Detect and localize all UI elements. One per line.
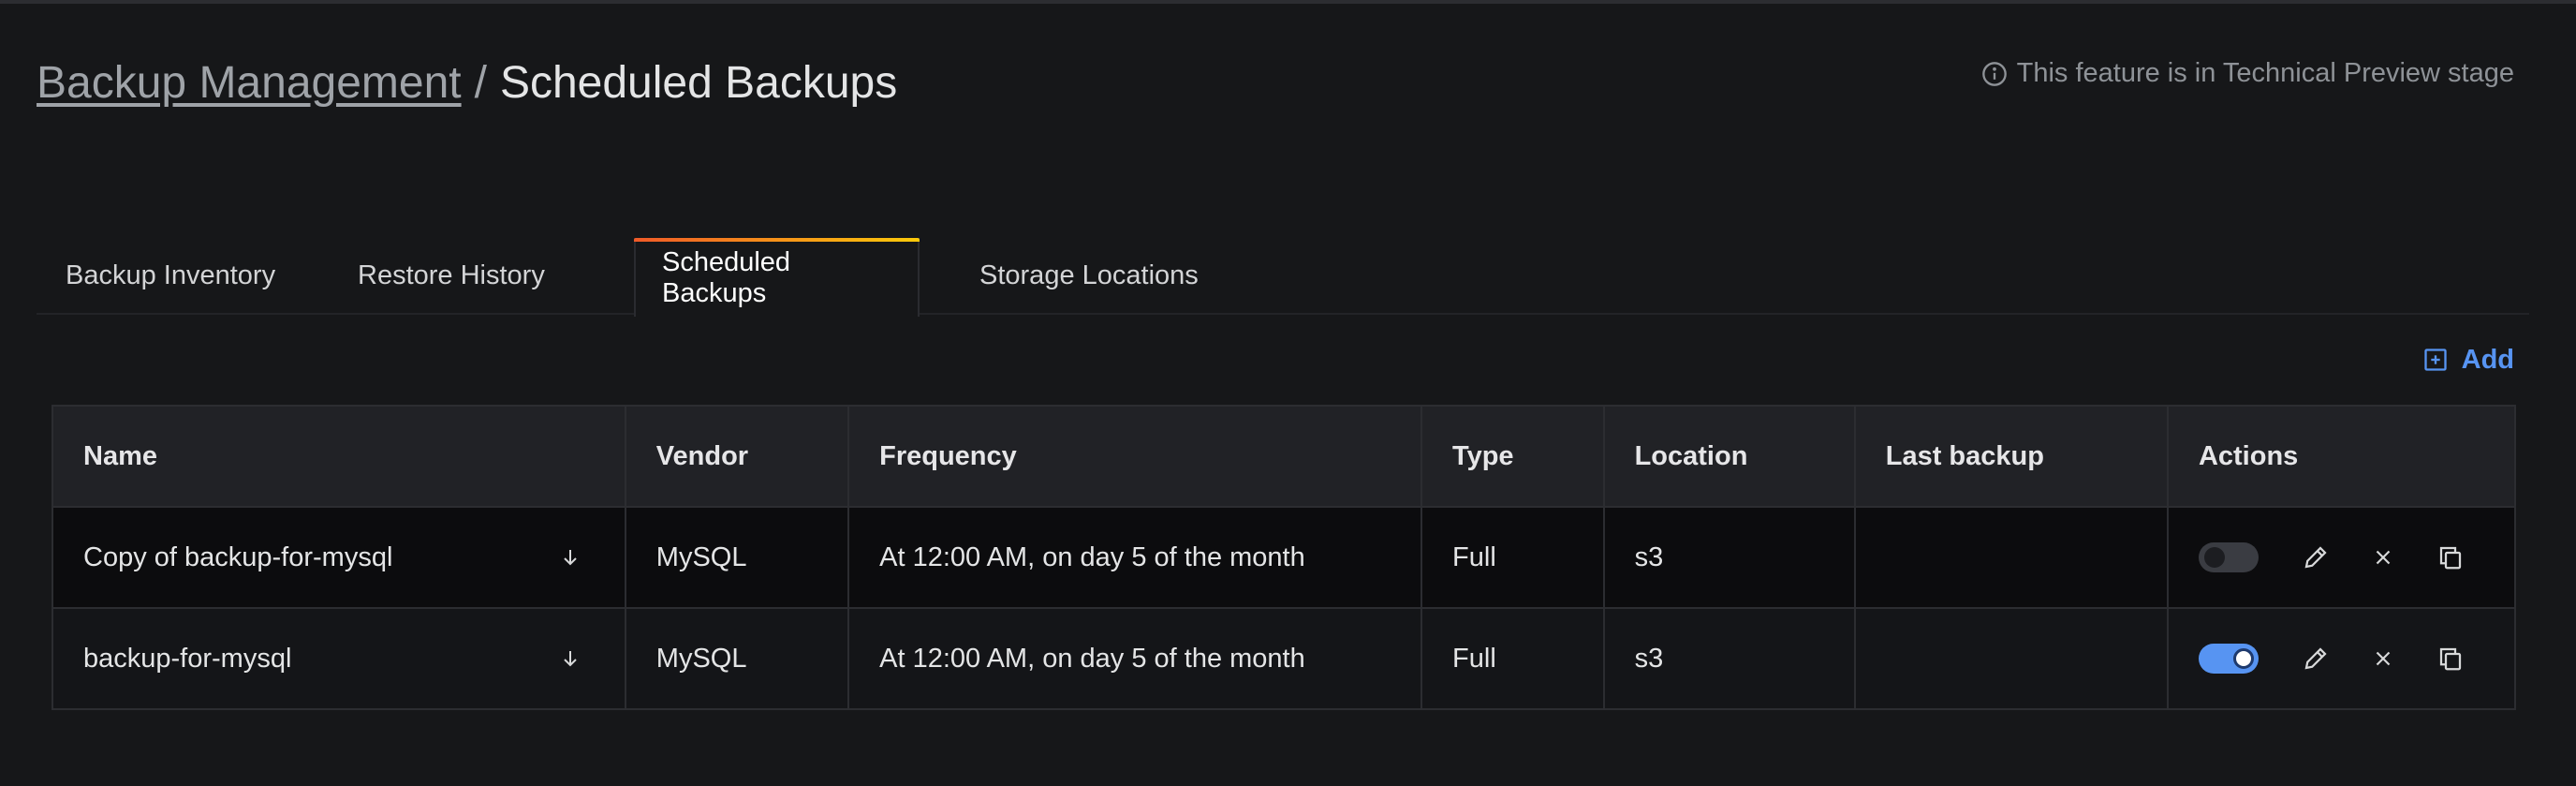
column-header-type: Type [1420, 405, 1605, 508]
top-border [0, 0, 2576, 4]
column-header-last-backup: Last backup [1853, 405, 2169, 508]
location-cell: s3 [1602, 607, 1856, 710]
arrow-down-icon[interactable] [559, 647, 581, 670]
pencil-icon[interactable] [2301, 644, 2331, 674]
type-cell: Full [1420, 607, 1605, 710]
tab-scheduled-backups[interactable]: Scheduled Backups [634, 238, 920, 317]
tab-restore-history[interactable]: Restore History [318, 236, 634, 315]
info-icon [1981, 61, 2007, 86]
add-button[interactable]: Add [2422, 341, 2514, 378]
add-square-icon [2423, 349, 2447, 371]
actions-cell [2166, 506, 2517, 609]
tab-backup-inventory[interactable]: Backup Inventory [37, 236, 318, 315]
column-header-vendor: Vendor [624, 405, 850, 508]
close-icon[interactable] [2368, 644, 2398, 674]
vendor-cell: MySQL [624, 506, 850, 609]
table-row: backup-for-mysql MySQL At 12:00 AM, on d… [52, 607, 2517, 710]
vendor-cell: MySQL [624, 607, 850, 710]
table-header-row: Name Vendor Frequency Type Location Last… [52, 405, 2517, 508]
table-row: Copy of backup-for-mysql MySQL At 12:00 … [52, 506, 2517, 609]
technical-preview-notice: This feature is in Technical Preview sta… [1981, 58, 2514, 89]
name-cell: backup-for-mysql [52, 607, 626, 710]
backup-name: Copy of backup-for-mysql [83, 541, 393, 572]
breadcrumb-separator: / [474, 57, 487, 108]
copy-icon[interactable] [2436, 542, 2466, 572]
actions-cell [2166, 607, 2517, 710]
pencil-icon[interactable] [2301, 542, 2331, 572]
backup-name: backup-for-mysql [83, 643, 292, 674]
type-cell: Full [1420, 506, 1605, 609]
enable-toggle[interactable] [2198, 542, 2259, 572]
last-backup-cell [1853, 607, 2169, 710]
column-header-location: Location [1602, 405, 1856, 508]
close-icon[interactable] [2368, 542, 2398, 572]
last-backup-cell [1853, 506, 2169, 609]
tab-storage-locations[interactable]: Storage Locations [920, 236, 1229, 315]
enable-toggle[interactable] [2198, 644, 2259, 674]
column-header-name: Name [52, 405, 626, 508]
frequency-cell: At 12:00 AM, on day 5 of the month [847, 607, 1423, 710]
breadcrumb: Backup Management / Scheduled Backups [37, 52, 897, 112]
scheduled-backups-table: Name Vendor Frequency Type Location Last… [52, 405, 2517, 710]
copy-icon[interactable] [2436, 644, 2466, 674]
toggle-knob [2203, 547, 2225, 568]
location-cell: s3 [1602, 506, 1856, 609]
page-title: Scheduled Backups [499, 57, 898, 108]
arrow-down-icon[interactable] [559, 546, 581, 569]
toggle-knob [2232, 648, 2254, 669]
tab-bar: Backup Inventory Restore History Schedul… [37, 236, 2529, 317]
column-header-actions: Actions [2166, 405, 2517, 508]
name-cell: Copy of backup-for-mysql [52, 506, 626, 609]
add-button-label: Add [2461, 344, 2514, 375]
preview-notice-text: This feature is in Technical Preview sta… [2016, 58, 2514, 88]
column-header-frequency: Frequency [847, 405, 1423, 508]
frequency-cell: At 12:00 AM, on day 5 of the month [847, 506, 1423, 609]
breadcrumb-backup-management-link[interactable]: Backup Management [37, 57, 462, 109]
